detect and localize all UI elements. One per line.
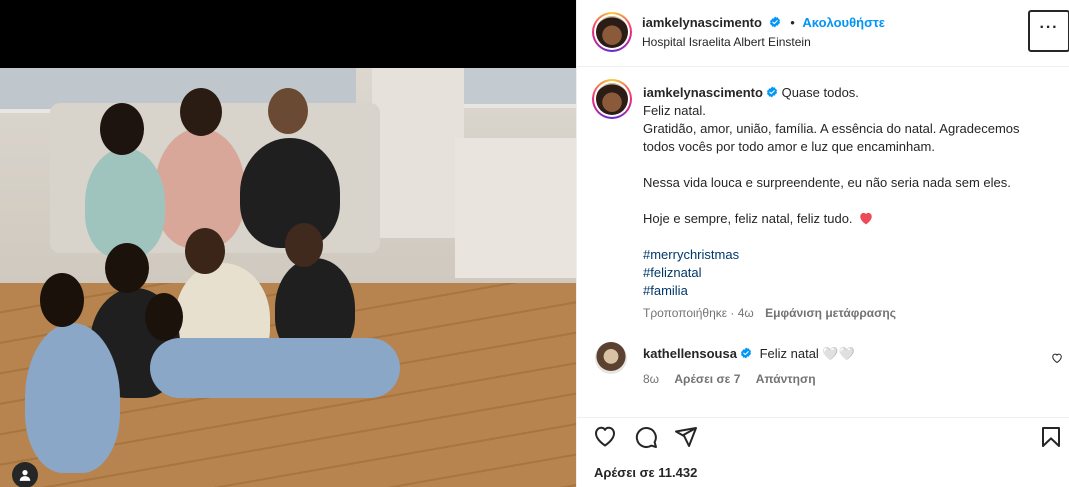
hashtag-link[interactable]: #merrychristmas: [643, 246, 1053, 264]
photo-head: [180, 88, 222, 136]
verified-badge-icon: [740, 347, 751, 359]
red-heart-icon: [860, 212, 872, 225]
caption-line: Feliz natal.: [643, 103, 706, 118]
more-options-button[interactable]: ···: [1028, 10, 1069, 52]
likes-count[interactable]: Αρέσει σε 11.432: [594, 465, 697, 480]
photo-person: [150, 338, 400, 398]
caption-line: Gratidão, amor, união, família. A essênc…: [643, 121, 1020, 154]
post-media-area: [0, 0, 576, 487]
separator-dot: •: [790, 15, 795, 30]
author-avatar[interactable]: [592, 12, 632, 52]
heart-outline-icon[interactable]: [593, 425, 617, 449]
photo-person: [25, 323, 120, 473]
post-location[interactable]: Hospital Israelita Albert Einstein: [642, 35, 811, 49]
hashtag-link[interactable]: #familia: [643, 282, 1053, 300]
photo-head: [40, 273, 84, 327]
photo-person: [85, 148, 165, 258]
tagged-users-button[interactable]: [12, 462, 38, 487]
photo-head: [105, 243, 149, 293]
comment-body: Feliz natal 🤍🤍: [759, 346, 855, 361]
post-photo[interactable]: [0, 68, 576, 487]
caption-author-avatar[interactable]: [592, 79, 632, 119]
post-sidebar: iamkelynascimento • Ακολουθήστε Hospital…: [576, 0, 1069, 487]
share-icon[interactable]: [674, 425, 698, 449]
verified-badge-icon: [769, 16, 780, 28]
caption-meta: Τροποποιήθηκε · 4ω Εμφάνιση μετάφρασης: [643, 306, 896, 320]
heart-outline-icon[interactable]: [1051, 352, 1063, 364]
photo-head: [145, 293, 183, 341]
edited-timestamp: Τροποποιήθηκε · 4ω: [643, 306, 754, 320]
caption-line: Quase todos.: [781, 85, 859, 100]
comment-meta: 8ω Αρέσει σε 7 Απάντηση: [643, 372, 828, 386]
author-username[interactable]: iamkelynascimento: [642, 15, 762, 30]
user-tag-icon: [19, 470, 31, 481]
post-header: iamkelynascimento • Ακολουθήστε Hospital…: [577, 0, 1069, 67]
photo-head: [285, 223, 323, 267]
photo-window-right: [463, 68, 576, 108]
photo-head: [100, 103, 144, 155]
caption-line: Hoje e sempre, feliz natal, feliz tudo.: [643, 211, 853, 226]
more-options-icon: ···: [1039, 19, 1059, 36]
comment-text-row: kathellensousa Feliz natal 🤍🤍: [643, 346, 855, 362]
photo-head: [185, 228, 225, 274]
photo-counter: [455, 138, 576, 278]
commenter-username[interactable]: kathellensousa: [643, 346, 737, 361]
verified-badge-icon: [766, 86, 777, 98]
hashtag-link[interactable]: #feliznatal: [643, 264, 1053, 282]
comment-likes-button[interactable]: Αρέσει σε 7: [674, 372, 740, 386]
post-actions: Αρέσει σε 11.432: [577, 417, 1069, 487]
photo-people-group: [25, 88, 430, 478]
author-name-row: iamkelynascimento • Ακολουθήστε: [642, 15, 885, 30]
caption-line: Nessa vida louca e surpreendente, eu não…: [643, 175, 1011, 190]
comment-icon[interactable]: [634, 425, 658, 449]
commenter-avatar[interactable]: [595, 342, 627, 374]
see-translation-button[interactable]: Εμφάνιση μετάφρασης: [765, 306, 896, 320]
bookmark-icon[interactable]: [1039, 425, 1063, 449]
follow-button[interactable]: Ακολουθήστε: [802, 15, 885, 30]
comment-item: kathellensousa Feliz natal 🤍🤍 8ω Αρέσει …: [577, 342, 1069, 392]
comment-time: 8ω: [643, 372, 660, 386]
caption-username[interactable]: iamkelynascimento: [643, 85, 763, 100]
comment-reply-button[interactable]: Απάντηση: [756, 372, 816, 386]
caption-body: iamkelynascimento Quase todos. Feliz nat…: [643, 84, 1053, 300]
photo-head: [268, 88, 308, 134]
